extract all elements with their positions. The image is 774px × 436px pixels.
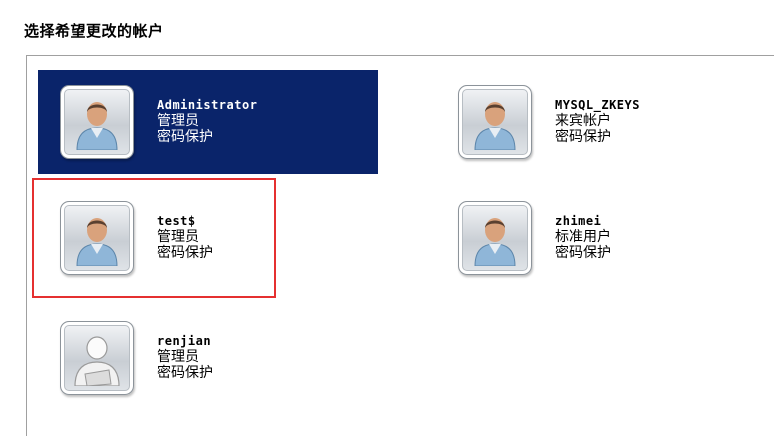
account-status: 密码保护 (157, 129, 213, 145)
account-username: MYSQL_ZKEYS (555, 98, 640, 112)
account-administrator[interactable]: Administrator 管理员 密码保护 (38, 70, 378, 174)
account-type: 来宾帐户 (555, 113, 611, 129)
account-status: 密码保护 (555, 129, 611, 145)
guest-avatar-icon (60, 321, 134, 395)
account-zhimei[interactable]: zhimei 标准用户 密码保护 (436, 186, 774, 290)
user-avatar-icon (60, 85, 134, 159)
account-type: 标准用户 (555, 229, 611, 245)
account-renjian[interactable]: renjian 管理员 密码保护 (38, 306, 378, 410)
account-username: renjian (157, 334, 212, 348)
highlight-box (32, 178, 276, 298)
account-type: 管理员 (157, 349, 199, 365)
account-status: 密码保护 (555, 245, 611, 261)
user-avatar-icon (458, 85, 532, 159)
account-username: zhimei (555, 214, 602, 228)
page-heading: 选择希望更改的帐户 (24, 22, 164, 40)
account-mysql-zkeys[interactable]: MYSQL_ZKEYS 来宾帐户 密码保护 (436, 70, 774, 174)
account-status: 密码保护 (157, 365, 213, 381)
account-username: Administrator (157, 98, 258, 112)
user-avatar-icon (458, 201, 532, 275)
account-type: 管理员 (157, 113, 199, 129)
